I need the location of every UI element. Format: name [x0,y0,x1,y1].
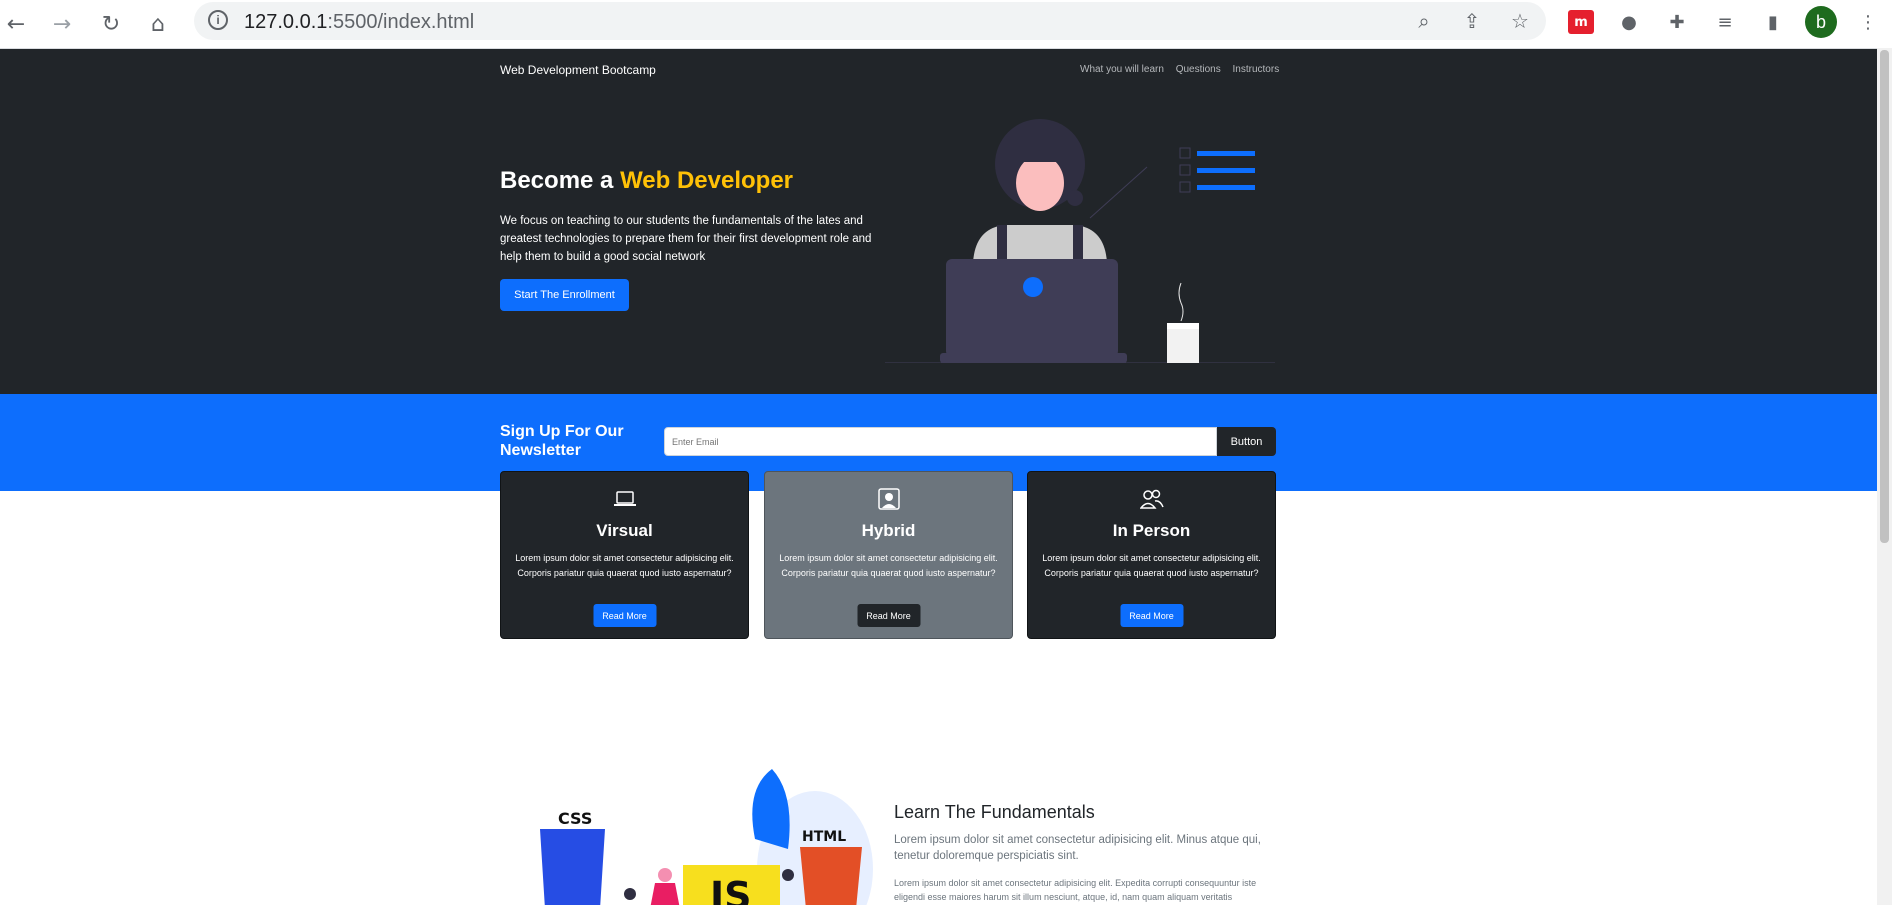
url-text[interactable]: 127.0.0.1:5500/index.html [244,11,474,34]
people-icon [1139,489,1164,509]
email-input[interactable] [664,427,1217,456]
home-icon[interactable]: ⌂ [142,8,174,40]
learn-body: Lorem ipsum dolor sit amet consectetur a… [894,878,1257,902]
person-badge-icon [877,488,900,510]
navbar-brand[interactable]: Web Development Bootcamp [500,63,656,77]
site-info-icon[interactable]: i [208,10,228,30]
css-label: CSS [558,809,592,828]
zoom-icon[interactable]: ⌕ [1412,9,1436,33]
nav-link-instructors[interactable]: Instructors [1233,64,1280,75]
laptop-icon [613,491,636,506]
profile-avatar[interactable]: b [1805,6,1837,38]
hero-section: Web Development Bootcamp What you will l… [0,49,1877,394]
reload-icon[interactable]: ↻ [95,8,127,40]
share-icon[interactable]: ⇪ [1460,9,1484,33]
extension-red-icon[interactable]: m [1568,10,1594,34]
back-icon[interactable]: ← [0,8,32,40]
start-enrollment-button[interactable]: Start The Enrollment [500,279,629,311]
read-more-button[interactable]: Read More [593,604,656,627]
page-content: Web Development Bootcamp What you will l… [0,49,1877,905]
panda-extension-icon[interactable]: ● [1616,9,1642,35]
card-hybrid: Hybrid Lorem ipsum dolor sit amet consec… [764,471,1013,639]
address-bar[interactable]: i 127.0.0.1:5500/index.html ⌕ ⇪ ☆ [194,2,1546,40]
card-text: Lorem ipsum dolor sit amet consectetur a… [1042,553,1261,578]
developer-illustration [885,119,1275,363]
read-more-button[interactable]: Read More [1120,604,1183,627]
card-virtual: Virsual Lorem ipsum dolor sit amet conse… [500,471,749,639]
card-text: Lorem ipsum dolor sit amet consectetur a… [515,553,734,578]
hero-description: We focus on teaching to our students the… [500,215,872,263]
forward-icon[interactable]: → [46,8,78,40]
learn-title: Learn The Fundamentals [894,802,1095,822]
navbar-links: What you will learn Questions Instructor… [1080,64,1288,75]
card-title: Hybrid [861,521,916,540]
read-more-button[interactable]: Read More [857,604,920,627]
tech-logos-illustration: CSS JS HTML [540,769,873,905]
puzzle-extensions-icon[interactable]: ✚ [1664,9,1690,35]
hero-title: Become a Web Developer [500,167,794,194]
side-panel-icon[interactable]: ▮ [1760,9,1786,35]
menu-kebab-icon[interactable]: ⋮ [1855,9,1881,35]
js-label: JS [707,874,752,905]
card-in-person: In Person Lorem ipsum dolor sit amet con… [1027,471,1276,639]
newsletter-submit-button[interactable]: Button [1217,427,1276,456]
star-icon[interactable]: ☆ [1508,9,1532,33]
browser-toolbar: ← → ↻ ⌂ i 127.0.0.1:5500/index.html ⌕ ⇪ … [0,0,1892,49]
newsletter-title: Sign Up For Our Newsletter [500,423,624,459]
scrollbar-thumb[interactable] [1880,50,1889,543]
nav-link-questions[interactable]: Questions [1176,64,1221,75]
learn-lead: Lorem ipsum dolor sit amet consectetur a… [894,834,1261,862]
html-label: HTML [802,829,846,845]
nav-link-learn[interactable]: What you will learn [1080,64,1164,75]
card-title: In Person [1112,521,1191,540]
card-title: Virsual [596,521,653,540]
media-queue-icon[interactable]: ≡ [1712,9,1738,35]
page-scrollbar[interactable] [1877,48,1892,905]
card-text: Lorem ipsum dolor sit amet consectetur a… [779,553,998,578]
